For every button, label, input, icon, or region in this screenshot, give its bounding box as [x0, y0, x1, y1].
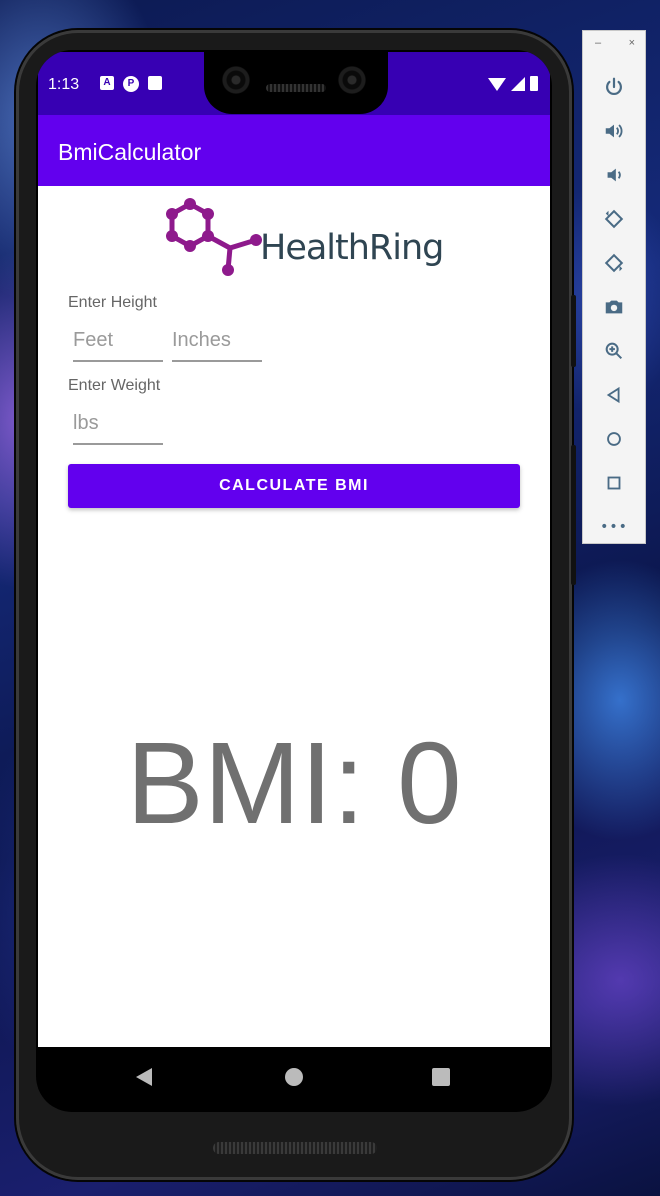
screen: 1:13 A P BmiCalculator HealthRing Enter …: [38, 50, 550, 1110]
emulator-tools: •••: [583, 65, 645, 549]
zoom-icon[interactable]: [583, 329, 645, 373]
system-icons: [488, 76, 538, 91]
healthring-logo: HealthRing: [164, 194, 444, 278]
navigation-bar: [38, 1047, 550, 1107]
feet-input[interactable]: [73, 320, 163, 360]
camera-notch: [204, 50, 388, 114]
wifi-icon: [488, 78, 506, 91]
front-camera-icon: [338, 66, 366, 94]
power-icon[interactable]: [583, 65, 645, 109]
volume-side-button: [571, 445, 576, 585]
window-controls: – ×: [595, 37, 635, 49]
back-icon[interactable]: [136, 1068, 152, 1086]
home-icon[interactable]: [583, 417, 645, 461]
status-time: 1:13: [48, 76, 80, 93]
emulator-toolbar: – × •••: [582, 30, 646, 544]
weight-label: Enter Weight: [68, 377, 161, 394]
bmi-result: BMI: 0: [126, 718, 462, 848]
home-icon[interactable]: [285, 1068, 303, 1086]
volume-up-icon[interactable]: [583, 109, 645, 153]
rotate-left-icon[interactable]: [583, 197, 645, 241]
logo-text: HealthRing: [260, 228, 444, 268]
minimize-button[interactable]: –: [595, 37, 601, 49]
rotate-right-icon[interactable]: [583, 241, 645, 285]
signal-icon: [511, 77, 525, 91]
battery-icon: [530, 76, 538, 91]
phone-display: 1:13 A P BmiCalculator HealthRing Enter …: [36, 50, 552, 1112]
app-bar: BmiCalculator: [38, 115, 550, 186]
feet-field[interactable]: [73, 320, 163, 362]
main-content: HealthRing Enter Height Enter Weight CAL…: [38, 186, 550, 1047]
earpiece-speaker: [266, 84, 326, 92]
molecule-icon: [166, 198, 262, 276]
bottom-speaker: [213, 1142, 377, 1154]
more-icon[interactable]: •••: [583, 505, 645, 549]
camera-icon[interactable]: [583, 285, 645, 329]
font-a-icon: A: [100, 76, 114, 90]
power-side-button: [571, 295, 576, 367]
volume-down-icon[interactable]: [583, 153, 645, 197]
overview-icon[interactable]: [583, 461, 645, 505]
calculate-bmi-button[interactable]: CALCULATE BMI: [68, 464, 520, 508]
inches-input[interactable]: [172, 320, 262, 360]
app-title: BmiCalculator: [58, 139, 202, 165]
close-button[interactable]: ×: [629, 37, 635, 49]
height-label: Enter Height: [68, 294, 157, 311]
status-bar: 1:13 A P: [38, 50, 550, 115]
p-icon: P: [123, 76, 139, 92]
back-icon[interactable]: [583, 373, 645, 417]
notification-icons: A P: [100, 76, 162, 92]
inches-field[interactable]: [172, 320, 262, 362]
sd-card-icon: [148, 76, 162, 90]
lbs-input[interactable]: [73, 403, 163, 443]
phone-frame: 1:13 A P BmiCalculator HealthRing Enter …: [16, 30, 576, 1180]
lbs-field[interactable]: [73, 403, 163, 445]
recents-icon[interactable]: [432, 1068, 450, 1086]
front-camera-icon: [222, 66, 250, 94]
